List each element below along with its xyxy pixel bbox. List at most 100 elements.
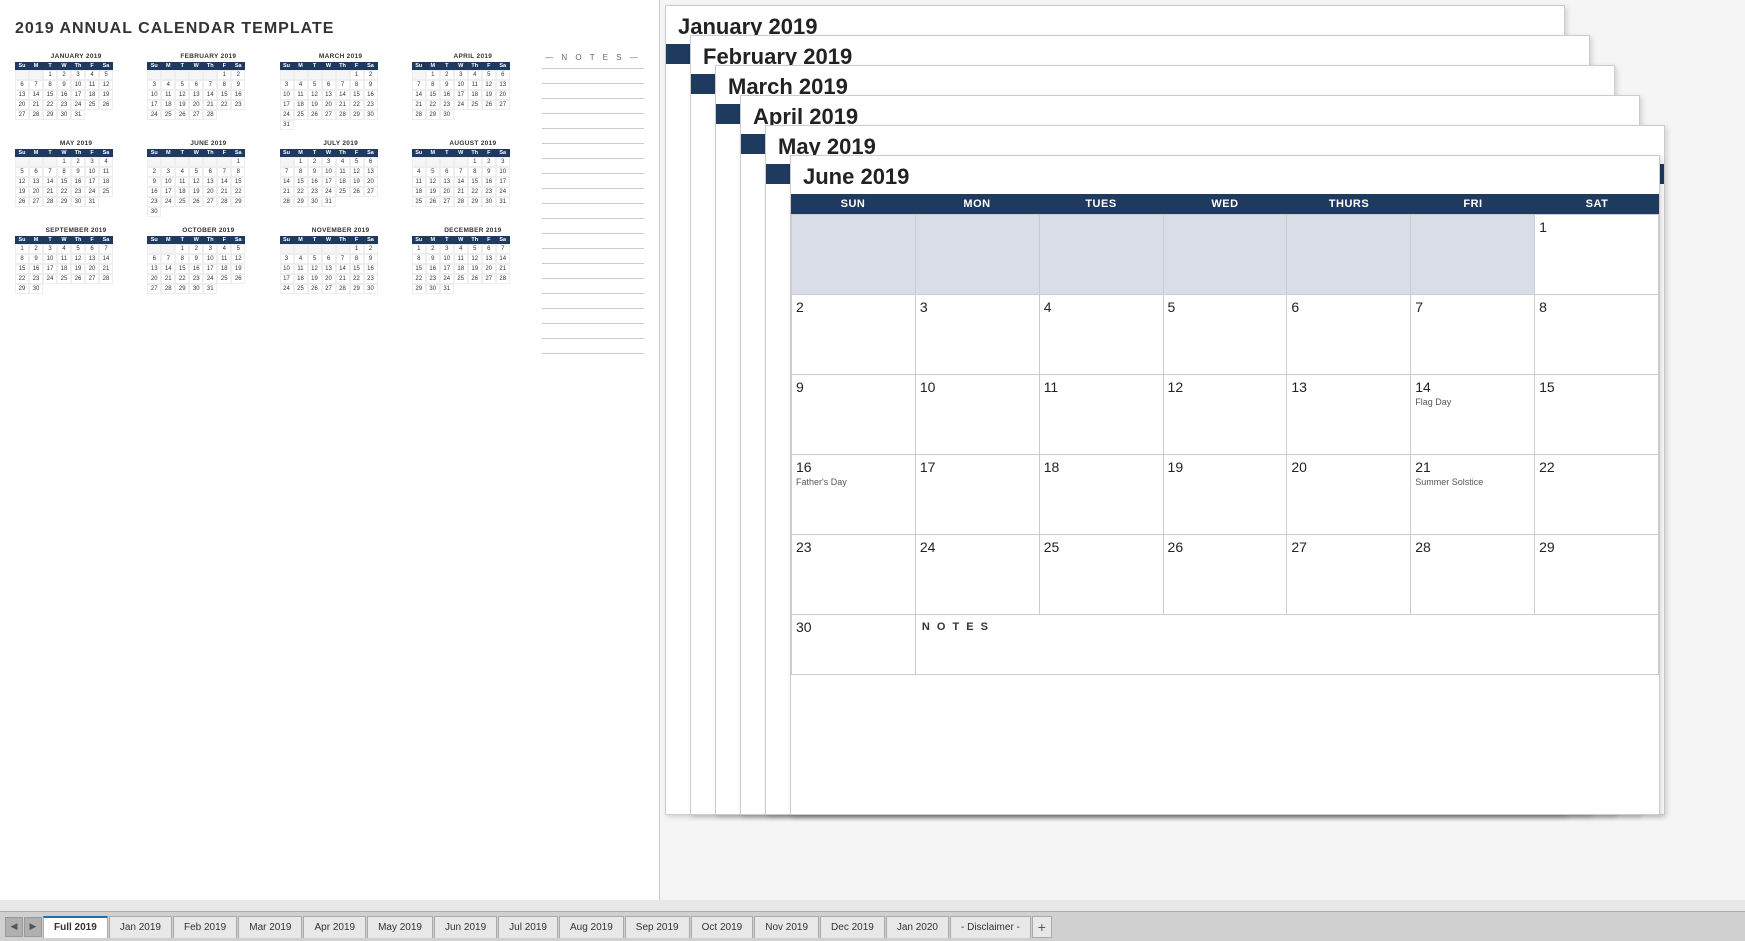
mini-cal-day[interactable]: 16 <box>440 90 454 100</box>
june-day-30[interactable]: 30 <box>792 615 916 675</box>
mini-cal-day[interactable]: 26 <box>189 197 203 207</box>
mini-cal-day[interactable]: 24 <box>203 274 217 284</box>
tab-jan-2020[interactable]: Jan 2020 <box>886 916 949 938</box>
mini-cal-day[interactable]: 24 <box>161 197 175 207</box>
mini-cal-day[interactable]: 15 <box>15 264 29 274</box>
mini-cal-day[interactable]: 26 <box>175 110 189 120</box>
mini-cal-day[interactable]: 27 <box>496 100 510 110</box>
tab-may-2019[interactable]: May 2019 <box>367 916 433 938</box>
mini-cal-day[interactable]: 11 <box>57 254 71 264</box>
mini-cal-day[interactable]: 27 <box>322 284 336 294</box>
mini-cal-day[interactable]: 29 <box>468 197 482 207</box>
mini-cal-day[interactable]: 11 <box>454 254 468 264</box>
mini-cal-day[interactable]: 14 <box>217 177 231 187</box>
mini-cal-day[interactable]: 17 <box>496 177 510 187</box>
mini-cal-day[interactable]: 21 <box>29 100 43 110</box>
june-day-cell[interactable]: 18 <box>1039 455 1163 535</box>
mini-cal-day[interactable]: 10 <box>71 80 85 90</box>
mini-cal-day[interactable]: 19 <box>71 264 85 274</box>
mini-cal-day[interactable]: 5 <box>350 157 364 167</box>
mini-cal-day[interactable]: 9 <box>29 254 43 264</box>
mini-cal-day[interactable]: 9 <box>440 80 454 90</box>
mini-cal-day[interactable]: 5 <box>308 80 322 90</box>
mini-cal-day[interactable]: 28 <box>412 110 426 120</box>
mini-cal-day[interactable]: 2 <box>71 157 85 167</box>
mini-cal-day[interactable]: 30 <box>426 284 440 294</box>
mini-cal-day[interactable]: 24 <box>85 187 99 197</box>
mini-cal-day[interactable]: 3 <box>85 157 99 167</box>
mini-cal-day[interactable]: 29 <box>15 284 29 294</box>
tab-sep-2019[interactable]: Sep 2019 <box>625 916 690 938</box>
mini-cal-day[interactable]: 17 <box>454 90 468 100</box>
mini-cal-day[interactable]: 19 <box>175 100 189 110</box>
mini-cal-day[interactable]: 22 <box>468 187 482 197</box>
mini-cal-day[interactable]: 30 <box>482 197 496 207</box>
mini-cal-day[interactable]: 5 <box>426 167 440 177</box>
mini-cal-day[interactable]: 12 <box>71 254 85 264</box>
mini-cal-day[interactable]: 22 <box>412 274 426 284</box>
mini-cal-day[interactable]: 29 <box>350 110 364 120</box>
mini-cal-day[interactable]: 8 <box>412 254 426 264</box>
mini-cal-day[interactable]: 14 <box>280 177 294 187</box>
tab-apr-2019[interactable]: Apr 2019 <box>303 916 366 938</box>
mini-cal-day[interactable]: 9 <box>364 254 378 264</box>
mini-cal-day[interactable]: 3 <box>71 70 85 80</box>
mini-cal-day[interactable]: 26 <box>426 197 440 207</box>
mini-cal-day[interactable]: 18 <box>294 100 308 110</box>
mini-cal-day[interactable]: 12 <box>350 167 364 177</box>
mini-cal-day[interactable]: 24 <box>496 187 510 197</box>
mini-cal-day[interactable]: 17 <box>440 264 454 274</box>
mini-cal-day[interactable]: 30 <box>71 197 85 207</box>
mini-cal-day[interactable]: 16 <box>29 264 43 274</box>
mini-cal-day[interactable]: 18 <box>85 90 99 100</box>
mini-cal-day[interactable]: 27 <box>322 110 336 120</box>
mini-cal-day[interactable]: 31 <box>322 197 336 207</box>
mini-cal-day[interactable]: 17 <box>161 187 175 197</box>
mini-cal-day[interactable]: 10 <box>203 254 217 264</box>
mini-cal-day[interactable]: 15 <box>57 177 71 187</box>
mini-cal-day[interactable]: 16 <box>426 264 440 274</box>
mini-cal-day[interactable]: 9 <box>57 80 71 90</box>
mini-cal-day[interactable]: 16 <box>57 90 71 100</box>
mini-cal-day[interactable]: 3 <box>43 244 57 254</box>
mini-cal-day[interactable]: 25 <box>85 100 99 110</box>
mini-cal-day[interactable]: 7 <box>43 167 57 177</box>
mini-cal-day[interactable]: 22 <box>350 100 364 110</box>
mini-cal-day[interactable]: 9 <box>231 80 245 90</box>
mini-cal-day[interactable]: 3 <box>161 167 175 177</box>
mini-cal-day[interactable]: 13 <box>29 177 43 187</box>
mini-cal-day[interactable]: 24 <box>440 274 454 284</box>
mini-cal-day[interactable]: 18 <box>217 264 231 274</box>
mini-cal-day[interactable]: 6 <box>203 167 217 177</box>
mini-cal-day[interactable]: 13 <box>364 167 378 177</box>
mini-cal-day[interactable]: 4 <box>161 80 175 90</box>
june-day-cell[interactable]: 3 <box>915 295 1039 375</box>
mini-cal-day[interactable]: 14 <box>161 264 175 274</box>
mini-cal-day[interactable]: 23 <box>147 197 161 207</box>
mini-cal-day[interactable]: 14 <box>203 90 217 100</box>
mini-cal-day[interactable]: 25 <box>57 274 71 284</box>
mini-cal-day[interactable]: 19 <box>308 274 322 284</box>
mini-cal-day[interactable]: 6 <box>482 244 496 254</box>
june-day-cell[interactable]: 14Flag Day <box>1411 375 1535 455</box>
mini-cal-day[interactable]: 8 <box>217 80 231 90</box>
mini-cal-day[interactable]: 14 <box>412 90 426 100</box>
mini-cal-day[interactable]: 25 <box>454 274 468 284</box>
mini-cal-day[interactable]: 15 <box>426 90 440 100</box>
mini-cal-day[interactable]: 29 <box>231 197 245 207</box>
mini-cal-day[interactable]: 10 <box>440 254 454 264</box>
mini-cal-day[interactable]: 1 <box>175 244 189 254</box>
mini-cal-day[interactable]: 25 <box>412 197 426 207</box>
tab-add-button[interactable]: + <box>1032 916 1052 938</box>
mini-cal-day[interactable]: 25 <box>175 197 189 207</box>
mini-cal-day[interactable]: 22 <box>294 187 308 197</box>
mini-cal-day[interactable]: 29 <box>175 284 189 294</box>
mini-cal-day[interactable]: 12 <box>175 90 189 100</box>
mini-cal-day[interactable]: 16 <box>189 264 203 274</box>
mini-cal-day[interactable]: 22 <box>350 274 364 284</box>
mini-cal-day[interactable]: 3 <box>147 80 161 90</box>
tab-nov-2019[interactable]: Nov 2019 <box>754 916 819 938</box>
mini-cal-day[interactable]: 30 <box>364 110 378 120</box>
mini-cal-day[interactable]: 22 <box>15 274 29 284</box>
mini-cal-day[interactable]: 28 <box>336 284 350 294</box>
